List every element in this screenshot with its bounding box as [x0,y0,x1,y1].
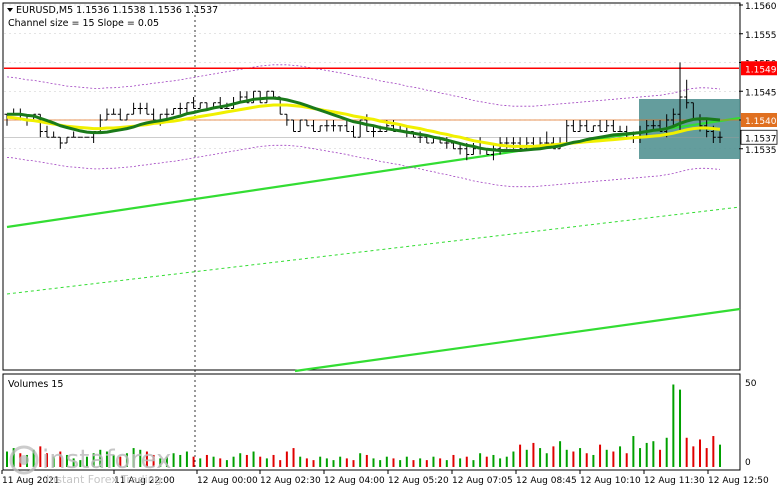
price-tick-label: 1.1535 [745,146,777,156]
time-tick-label: 12 Aug 00:00 [197,476,258,486]
level-price-label: 1.1540 [745,117,777,127]
price-tick-label: 1.1545 [745,88,777,98]
time-tick-label: 12 Aug 02:30 [260,476,321,486]
channel-indicator-line: Channel size = 15 Slope = 0.05 [8,18,159,29]
symbol-quote-line: EURUSD,M5 1.1536 1.1538 1.1536 1.1537 [16,5,218,16]
time-tick-label: 12 Aug 11:30 [644,476,705,486]
time-tick-label: 12 Aug 12:50 [708,476,769,486]
volume-panel-title: Volumes 15 [8,379,63,390]
level-price-label: 1.1549 [745,65,777,75]
time-tick-label: 12 Aug 05:20 [388,476,449,486]
eurusd-m5-chart: 1.15601.15551.15501.15451.15401.15351.15… [0,0,781,489]
price-tick-label: 1.1560 [745,2,777,12]
time-tick-label: 12 Aug 08:45 [516,476,577,486]
watermark-tagline: Instant Forex Trading [46,473,162,486]
watermark-brand: instaforex [42,445,171,475]
time-tick-label: 12 Aug 04:00 [324,476,385,486]
current-price-label: 1.1537 [745,134,777,144]
time-tick-label: 12 Aug 10:10 [580,476,641,486]
volume-axis-label: 50 [745,379,757,389]
time-tick-label: 12 Aug 07:05 [452,476,513,486]
volume-axis-label: 0 [745,458,751,468]
price-tick-label: 1.1555 [745,31,777,41]
chart-canvas: 1.15601.15551.15501.15451.15401.15351.15… [0,0,781,489]
